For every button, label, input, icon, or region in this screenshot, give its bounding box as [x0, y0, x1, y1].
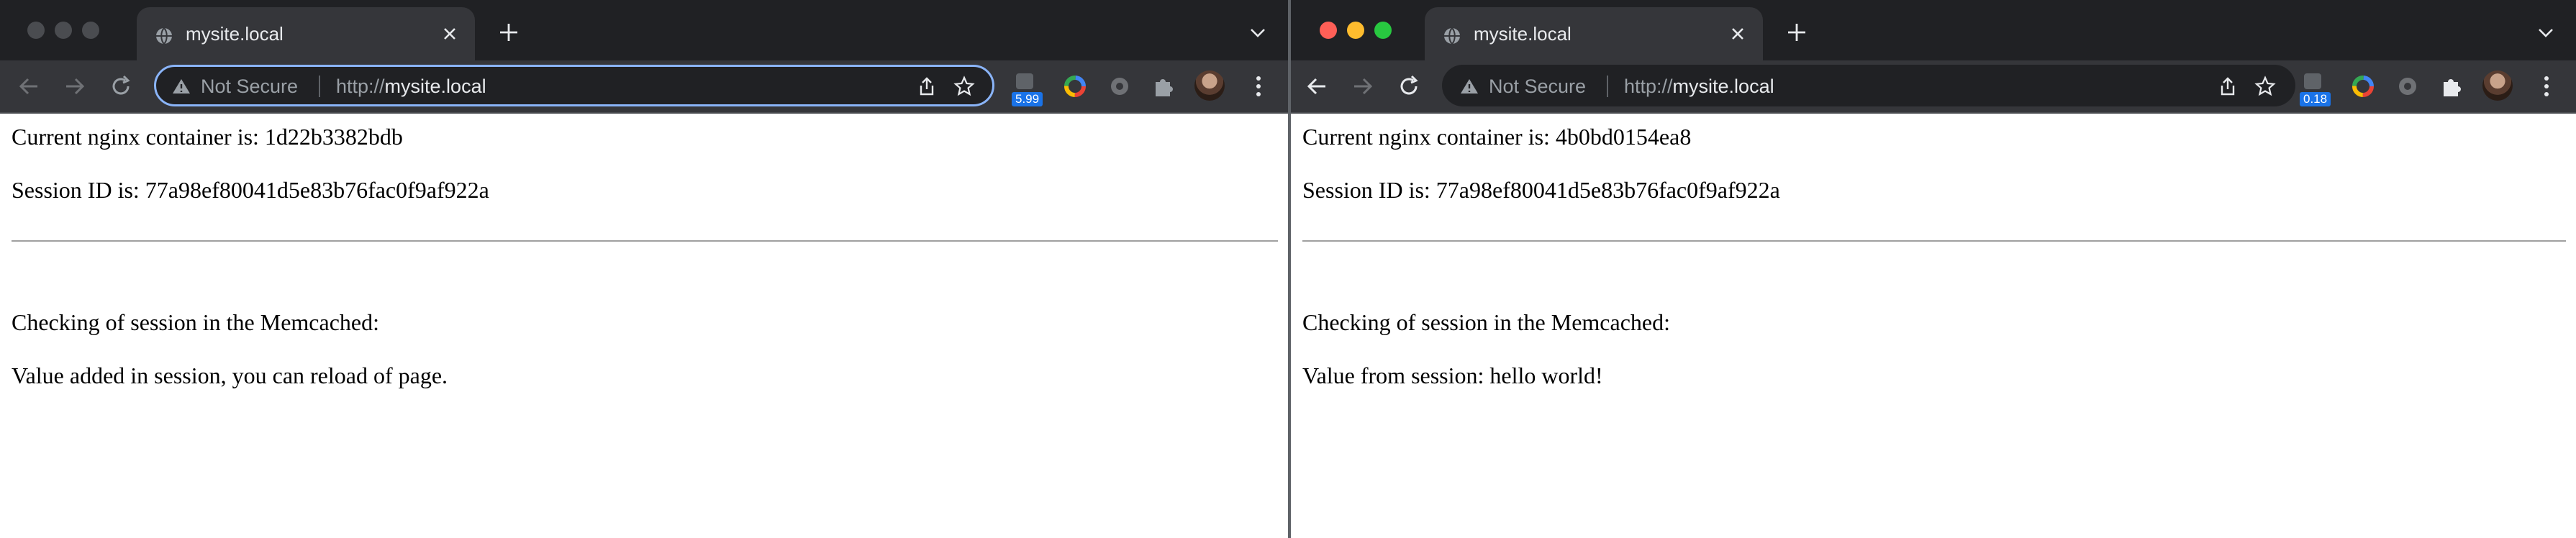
globe-icon: [1444, 27, 1460, 45]
zoom-window-button[interactable]: [1374, 22, 1392, 39]
omnibox-separator: [319, 76, 320, 97]
horizontal-rule: [1302, 240, 2566, 242]
url-text[interactable]: http://mysite.local: [336, 76, 486, 98]
close-icon[interactable]: [1727, 23, 1749, 45]
gear-icon[interactable]: [1105, 70, 1134, 102]
reload-icon[interactable]: [108, 73, 134, 99]
browser-window-right: mysite.local Not Secure http://mysite.lo…: [1291, 0, 2576, 538]
security-label[interactable]: Not Secure: [1489, 76, 1586, 98]
container-id-line: Current nginx container is: 1d22b3382bdb: [12, 124, 403, 150]
minimize-window-button[interactable]: [1347, 22, 1364, 39]
tab-strip: mysite.local: [0, 0, 1288, 60]
warning-icon: [173, 79, 190, 94]
warning-icon: [1461, 79, 1478, 94]
session-id-line: Session ID is: 77a98ef80041d5e83b76fac0f…: [1302, 177, 1780, 203]
tab-strip: mysite.local: [1291, 0, 2576, 60]
tab-mysite[interactable]: mysite.local: [1425, 7, 1763, 60]
security-label[interactable]: Not Secure: [201, 76, 298, 98]
extension-badge: 0.18: [2300, 92, 2331, 106]
forward-icon[interactable]: [1350, 73, 1376, 99]
tab-search-icon[interactable]: [1249, 26, 1266, 40]
memcached-heading: Checking of session in the Memcached:: [12, 309, 379, 335]
session-result-line: Value from session: hello world!: [1302, 363, 1603, 388]
address-bar[interactable]: Not Secure http://mysite.local: [1442, 65, 2295, 106]
minimize-window-button[interactable]: [55, 22, 72, 39]
gear-icon[interactable]: [2393, 70, 2422, 102]
window-controls: [27, 22, 99, 39]
extension-icon[interactable]: 5.99: [1010, 70, 1043, 106]
avatar[interactable]: [1194, 70, 1225, 101]
url-scheme: http://: [1624, 76, 1673, 97]
horizontal-rule: [12, 240, 1278, 242]
puzzle-icon[interactable]: [2438, 70, 2467, 102]
session-result-line: Value added in session, you can reload o…: [12, 363, 448, 388]
close-icon[interactable]: [439, 23, 461, 45]
globe-icon: [156, 27, 172, 45]
window-controls: [1320, 22, 1392, 39]
url-scheme: http://: [336, 76, 385, 97]
browser-window-left: mysite.local Not Secure http://mysite.lo…: [0, 0, 1288, 538]
close-window-button[interactable]: [27, 22, 45, 39]
url-host: mysite.local: [1672, 76, 1774, 97]
bookmark-star-icon[interactable]: [2254, 76, 2276, 97]
page-content: Current nginx container is: 1d22b3382bdb…: [0, 114, 1288, 538]
zoom-window-button[interactable]: [82, 22, 99, 39]
color-wheel-icon[interactable]: [2349, 70, 2377, 102]
share-icon[interactable]: [916, 76, 938, 97]
toolbar: Not Secure http://mysite.local 5.99: [0, 60, 1288, 114]
tab-title: mysite.local: [186, 23, 284, 45]
extension-badge: 5.99: [1012, 92, 1043, 106]
reload-icon[interactable]: [1396, 73, 1422, 99]
close-window-button[interactable]: [1320, 22, 1337, 39]
tab-mysite[interactable]: mysite.local: [137, 7, 475, 60]
color-wheel-icon[interactable]: [1061, 70, 1089, 102]
memcached-heading: Checking of session in the Memcached:: [1302, 309, 1670, 335]
avatar[interactable]: [2482, 70, 2513, 101]
page-content: Current nginx container is: 4b0bd0154ea8…: [1291, 114, 2576, 538]
share-icon[interactable]: [2217, 76, 2239, 97]
bookmark-star-icon[interactable]: [953, 76, 975, 97]
new-tab-icon[interactable]: [496, 20, 521, 45]
tab-title: mysite.local: [1474, 23, 1572, 45]
new-tab-icon[interactable]: [1784, 20, 1809, 45]
container-id-line: Current nginx container is: 4b0bd0154ea8: [1302, 124, 1692, 150]
url-text[interactable]: http://mysite.local: [1624, 76, 1774, 98]
forward-icon[interactable]: [62, 73, 88, 99]
url-host: mysite.local: [384, 76, 486, 97]
kebab-menu-icon[interactable]: [1255, 75, 1262, 98]
puzzle-icon[interactable]: [1150, 70, 1179, 102]
address-bar[interactable]: Not Secure http://mysite.local: [154, 65, 994, 106]
extension-icon[interactable]: 0.18: [2298, 70, 2331, 106]
omnibox-separator: [1607, 76, 1608, 97]
desktop: mysite.local Not Secure http://mysite.lo…: [0, 0, 2576, 538]
extension-graphic: [1016, 73, 1033, 89]
toolbar: Not Secure http://mysite.local 0.18: [1291, 60, 2576, 114]
back-icon[interactable]: [16, 73, 42, 99]
tab-search-icon[interactable]: [2537, 26, 2554, 40]
back-icon[interactable]: [1304, 73, 1330, 99]
session-id-line: Session ID is: 77a98ef80041d5e83b76fac0f…: [12, 177, 489, 203]
extension-graphic: [2304, 73, 2321, 89]
kebab-menu-icon[interactable]: [2543, 75, 2550, 98]
